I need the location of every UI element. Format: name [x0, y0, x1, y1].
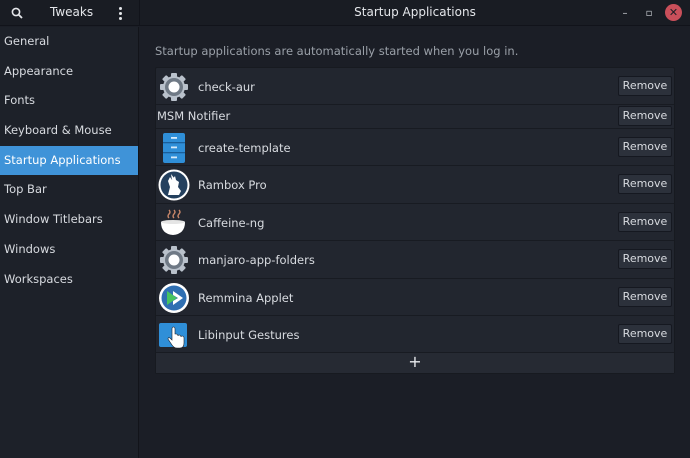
list-item: create-template Remove — [156, 129, 674, 166]
app-name: Remmina Applet — [198, 291, 294, 305]
main-panel: Startup applications are automatically s… — [140, 27, 690, 458]
touch-hand-icon — [158, 319, 190, 351]
list-item: check-aur Remove — [156, 68, 674, 105]
app-title: Tweaks — [50, 5, 94, 19]
list-item: Rambox Pro Remove — [156, 166, 674, 204]
remove-button[interactable]: Remove — [618, 106, 672, 126]
header-left: Tweaks — [0, 0, 139, 26]
app-name: MSM Notifier — [157, 109, 231, 123]
goat-logo-icon — [158, 169, 190, 201]
sidebar-item-window-titlebars[interactable]: Window Titlebars — [0, 205, 138, 235]
sidebar-item-appearance[interactable]: Appearance — [0, 57, 138, 87]
startup-app-list: check-aur Remove MSM Notifier Remove cre… — [155, 67, 675, 374]
app-name: manjaro-app-folders — [198, 253, 315, 267]
app-name: create-template — [198, 141, 291, 155]
close-button[interactable]: ✕ — [665, 4, 682, 21]
remove-button[interactable]: Remove — [618, 137, 672, 157]
remove-button[interactable]: Remove — [618, 249, 672, 269]
sidebar-item-startup-applications[interactable]: Startup Applications — [0, 145, 138, 176]
sidebar-item-top-bar[interactable]: Top Bar — [0, 175, 138, 205]
remove-button[interactable]: Remove — [618, 324, 672, 344]
sidebar-item-windows[interactable]: Windows — [0, 235, 138, 265]
maximize-button[interactable]: ▫ — [641, 5, 657, 21]
app-name: Libinput Gestures — [198, 328, 300, 342]
list-item: manjaro-app-folders Remove — [156, 241, 674, 279]
add-startup-app-button[interactable]: + — [156, 353, 674, 373]
sidebar-item-fonts[interactable]: Fonts — [0, 86, 138, 116]
app-name: Rambox Pro — [198, 178, 267, 192]
coffee-cup-icon — [158, 207, 190, 239]
startup-hint: Startup applications are automatically s… — [155, 44, 519, 58]
vertical-dots-icon[interactable] — [113, 4, 127, 22]
app-name: check-aur — [198, 80, 255, 94]
sidebar-item-general[interactable]: General — [0, 27, 138, 57]
remove-button[interactable]: Remove — [618, 212, 672, 232]
remove-button[interactable]: Remove — [618, 287, 672, 307]
file-cabinet-icon — [158, 132, 190, 164]
search-icon[interactable] — [8, 4, 26, 22]
list-item: Remmina Applet Remove — [156, 279, 674, 316]
gear-icon — [158, 71, 190, 103]
remmina-icon — [158, 282, 190, 314]
minimize-button[interactable]: – — [617, 5, 633, 21]
list-item: Caffeine-ng Remove — [156, 204, 674, 241]
list-item: MSM Notifier Remove — [156, 105, 674, 129]
header-bar: Tweaks Startup Applications – ▫ ✕ — [0, 0, 690, 26]
sidebar: General Appearance Fonts Keyboard & Mous… — [0, 27, 139, 458]
remove-button[interactable]: Remove — [618, 174, 672, 194]
gear-icon — [158, 244, 190, 276]
app-name: Caffeine-ng — [198, 216, 265, 230]
window-title: Startup Applications — [354, 5, 476, 19]
remove-button[interactable]: Remove — [618, 76, 672, 96]
sidebar-item-workspaces[interactable]: Workspaces — [0, 265, 138, 295]
sidebar-item-keyboard-mouse[interactable]: Keyboard & Mouse — [0, 116, 138, 146]
list-item: Libinput Gestures Remove — [156, 316, 674, 353]
